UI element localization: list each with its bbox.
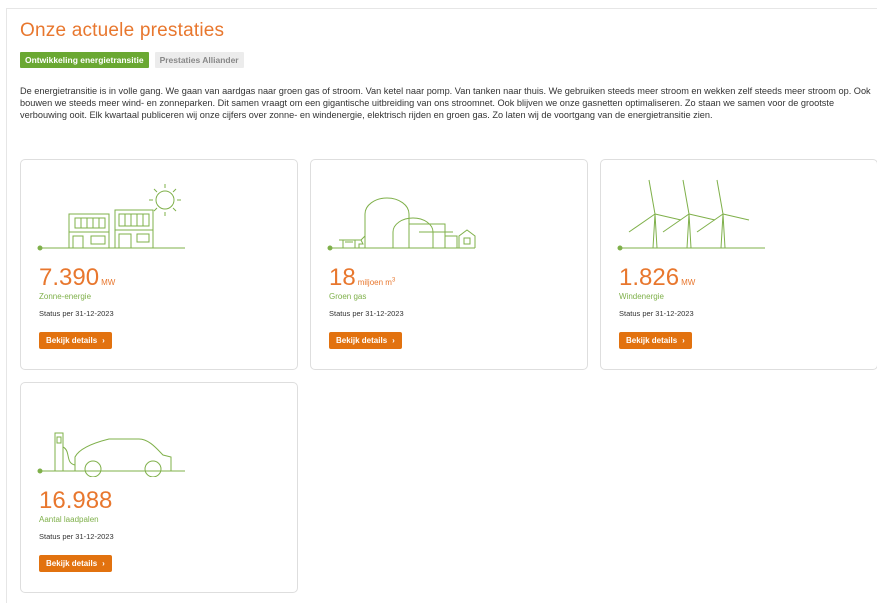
metric-value: 18 miljoen m3 xyxy=(329,264,395,292)
chevron-right-icon: › xyxy=(102,559,105,568)
tab-energietransitie[interactable]: Ontwikkeling energietransitie xyxy=(20,52,149,68)
metric-unit: miljoen m3 xyxy=(357,277,396,287)
metric-label: Aantal laadpalen xyxy=(39,515,99,524)
metric-unit: MW xyxy=(681,278,696,287)
card-groen-gas: 18 miljoen m3 Groen gas Status per 31-12-… xyxy=(310,159,588,370)
wind-turbines-icon xyxy=(617,179,765,251)
metric-number: 16.988 xyxy=(39,487,113,514)
tab-prestaties-alliander[interactable]: Prestaties Alliander xyxy=(154,52,244,68)
unit-superscript: 3 xyxy=(391,277,396,284)
bekijk-details-button[interactable]: Bekijk details › xyxy=(329,332,402,349)
bekijk-details-button[interactable]: Bekijk details › xyxy=(39,332,112,349)
intro-text: De energietransitie is in volle gang. We… xyxy=(20,86,871,120)
chevron-right-icon: › xyxy=(682,336,685,345)
metric-value: 16.988 xyxy=(39,487,112,515)
solar-houses-icon xyxy=(37,184,185,251)
status-text: Status per 31-12-2023 xyxy=(39,532,114,541)
chevron-right-icon: › xyxy=(392,336,395,345)
button-label: Bekijk details xyxy=(46,336,98,345)
button-label: Bekijk details xyxy=(626,336,678,345)
metric-value: 7.390 MW xyxy=(39,264,115,292)
metric-number: 18 xyxy=(329,264,356,291)
button-label: Bekijk details xyxy=(336,336,388,345)
status-text: Status per 31-12-2023 xyxy=(39,309,114,318)
tab-bar: Ontwikkeling energietransitie Prestaties… xyxy=(20,52,244,68)
card-zonne-energie: 7.390 MW Zonne-energie Status per 31-12-2… xyxy=(20,159,298,370)
bekijk-details-button[interactable]: Bekijk details › xyxy=(39,555,112,572)
metric-number: 1.826 xyxy=(619,264,680,291)
bekijk-details-button[interactable]: Bekijk details › xyxy=(619,332,692,349)
status-text: Status per 31-12-2023 xyxy=(329,309,404,318)
card-windenergie: 1.826 MW Windenergie Status per 31-12-202… xyxy=(600,159,877,370)
ev-charging-icon xyxy=(37,432,185,477)
page-title: Onze actuele prestaties xyxy=(20,20,225,41)
metric-label: Groen gas xyxy=(329,292,367,301)
unit-text: miljoen m xyxy=(357,278,392,287)
metric-unit: MW xyxy=(101,278,116,287)
status-text: Status per 31-12-2023 xyxy=(619,309,694,318)
metric-value: 1.826 MW xyxy=(619,264,695,292)
biogas-farm-icon xyxy=(327,197,476,251)
metric-label: Windenergie xyxy=(619,292,664,301)
metric-number: 7.390 xyxy=(39,264,100,291)
button-label: Bekijk details xyxy=(46,559,98,568)
card-laadpalen: 16.988 Aantal laadpalen Status per 31-12… xyxy=(20,382,298,593)
chevron-right-icon: › xyxy=(102,336,105,345)
metric-label: Zonne-energie xyxy=(39,292,92,301)
